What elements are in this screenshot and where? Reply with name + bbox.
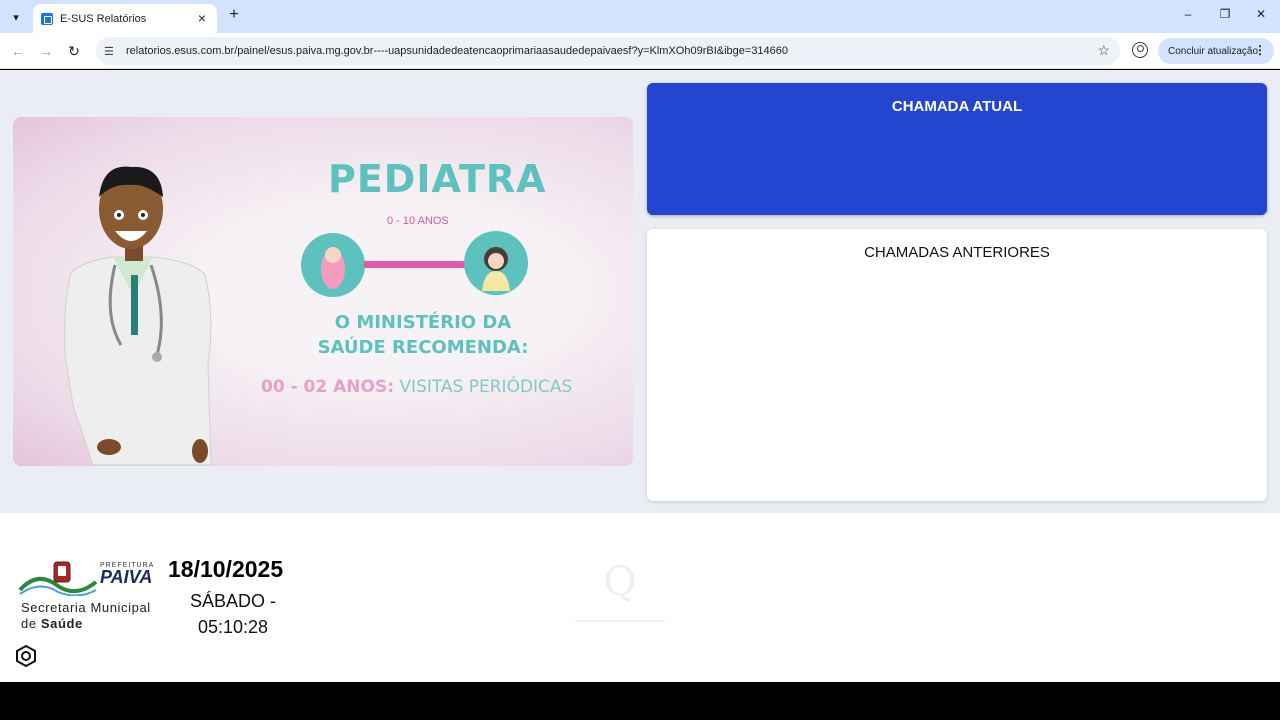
paiva-logo-mark: [18, 561, 98, 596]
tab-search-chevron-icon[interactable]: ▾: [6, 7, 26, 27]
back-arrow-icon[interactable]: ←: [8, 41, 28, 61]
tab-close-icon[interactable]: ×: [193, 9, 211, 27]
previous-calls-title: CHAMADAS ANTERIORES: [864, 244, 1050, 261]
page-content: PEDIATRA 0 - 10 ANOS O MINISTÉRIO DA SAÚ…: [0, 70, 1280, 682]
new-tab-plus-icon[interactable]: +: [225, 6, 243, 24]
forward-arrow-icon[interactable]: →: [36, 41, 56, 61]
bookmark-star-icon[interactable]: ☆: [1097, 42, 1110, 59]
browser-tab[interactable]: E-SUS Relatórios ×: [33, 4, 217, 33]
tab-title: E-SUS Relatórios: [60, 12, 147, 25]
watermark-logo: Q: [575, 559, 665, 622]
logo-org-name: Secretaria Municipal de Saúde: [21, 600, 151, 632]
profile-icon[interactable]: [1132, 42, 1148, 58]
current-weekday: SÁBADO -: [189, 591, 277, 611]
current-call-title: CHAMADA ATUAL: [891, 98, 1023, 115]
logo-city-name: PAIVA: [100, 567, 153, 587]
current-date: 18/10/2025: [168, 556, 284, 582]
address-bar[interactable]: ☰ relatorios.esus.com.br/painel/esus.pai…: [96, 37, 1120, 65]
call-panel-area: PEDIATRA 0 - 10 ANOS O MINISTÉRIO DA SAÚ…: [0, 70, 1280, 513]
banner-title: PEDIATRA: [328, 157, 547, 201]
current-call-panel: CHAMADA ATUAL: [647, 83, 1267, 215]
baby-icon: [301, 233, 365, 297]
svg-text:Q: Q: [604, 559, 637, 605]
child-icon: [464, 231, 528, 295]
url-text[interactable]: relatorios.esus.com.br/painel/esus.paiva…: [126, 45, 788, 57]
current-time: 05:10:28: [197, 617, 269, 637]
logo-org-bold: Saúde: [40, 616, 83, 631]
doctor-illustration: [64, 166, 212, 466]
reload-icon[interactable]: ↻: [64, 41, 84, 61]
settings-hexagon-icon[interactable]: [14, 644, 38, 668]
logo-org-line1: Secretaria Municipal: [21, 600, 151, 615]
visits-text: VISITAS PERIÓDICAS: [394, 377, 573, 397]
logo-org-prefix: de: [21, 616, 41, 631]
restore-icon[interactable]: ❐: [1215, 7, 1235, 21]
finish-update-button[interactable]: Concluir atualização ⋮: [1158, 38, 1274, 64]
browser-tab-strip: ▾ E-SUS Relatórios × + – ❐ ✕: [0, 0, 1280, 33]
site-info-icon[interactable]: ☰: [104, 45, 118, 58]
window-close-icon[interactable]: ✕: [1251, 7, 1271, 21]
favicon-icon: [41, 12, 53, 25]
age-progress-line: [364, 261, 468, 268]
more-menu-icon[interactable]: ⋮: [1254, 43, 1266, 57]
browser-toolbar: ← → ↻ ☰ relatorios.esus.com.br/painel/es…: [0, 33, 1280, 69]
banner-age-range: 0 - 10 ANOS: [387, 215, 449, 227]
prefeitura-logo: PREFEITURA PAIVA Secretaria Municipal de…: [18, 560, 164, 632]
finish-update-label: Concluir atualização: [1168, 45, 1259, 57]
pediatra-banner: PEDIATRA 0 - 10 ANOS O MINISTÉRIO DA SAÚ…: [13, 117, 633, 466]
previous-calls-panel: CHAMADAS ANTERIORES: [647, 229, 1267, 501]
banner-visits-line: 00 - 02 ANOS: VISITAS PERIÓDICAS: [261, 377, 572, 397]
banner-recommend-text: O MINISTÉRIO DA SAÚDE RECOMENDA:: [317, 312, 529, 358]
minimize-icon[interactable]: –: [1178, 7, 1198, 21]
visits-age: 00 - 02 ANOS:: [261, 377, 395, 397]
